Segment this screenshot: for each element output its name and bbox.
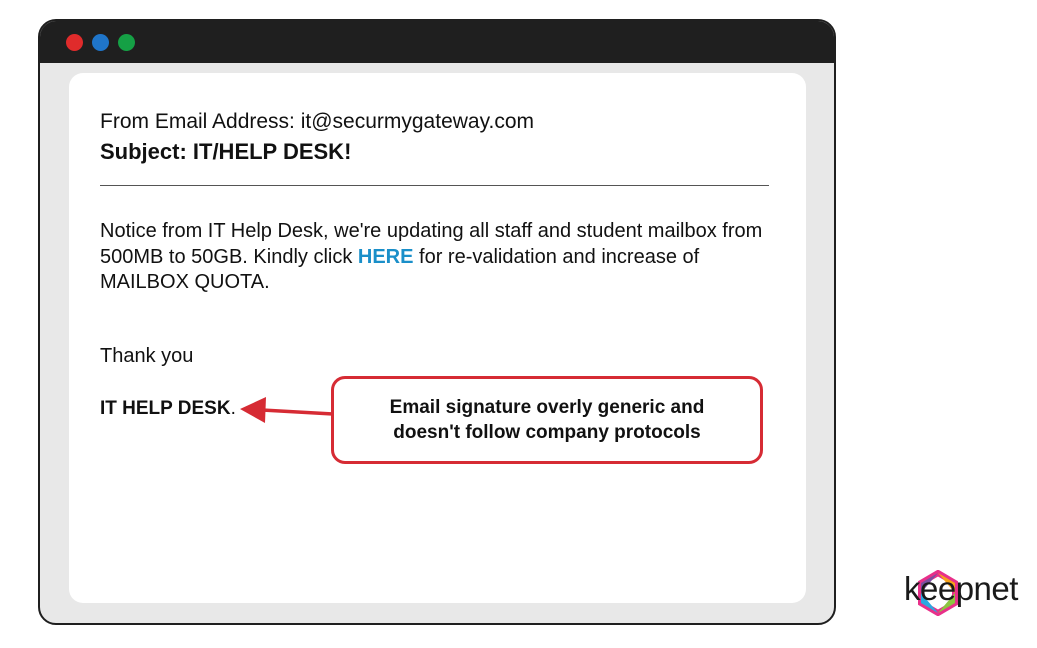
close-dot-icon[interactable] xyxy=(66,34,83,51)
email-window: From Email Address: it@securmygateway.co… xyxy=(38,19,836,625)
email-closing: Thank you xyxy=(100,345,194,367)
window-titlebar xyxy=(40,21,834,63)
signature-text: IT HELP DESK xyxy=(100,398,231,419)
header-divider xyxy=(100,185,769,186)
here-link[interactable]: HERE xyxy=(358,246,414,268)
email-body: Notice from IT Help Desk, we're updating… xyxy=(100,219,790,296)
email-signature: IT HELP DESK. xyxy=(100,398,236,420)
minimize-dot-icon[interactable] xyxy=(92,34,109,51)
brand-name: keepnet xyxy=(904,570,1018,607)
email-card: From Email Address: it@securmygateway.co… xyxy=(69,73,806,603)
from-address: From Email Address: it@securmygateway.co… xyxy=(100,110,535,133)
annotation-callout: Email signature overly generic and doesn… xyxy=(331,376,763,464)
email-subject: Subject: IT/HELP DESK! xyxy=(100,139,352,164)
maximize-dot-icon[interactable] xyxy=(118,34,135,51)
signature-period: . xyxy=(230,398,236,419)
callout-text: Email signature overly generic and doesn… xyxy=(389,397,705,443)
